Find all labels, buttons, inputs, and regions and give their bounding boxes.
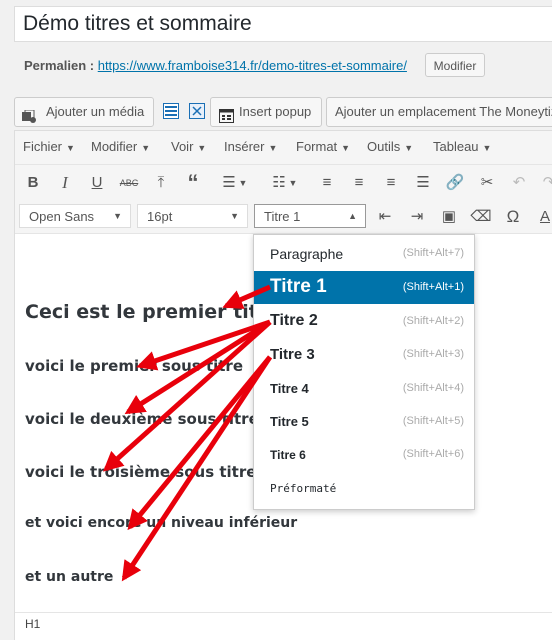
undo-icon[interactable]: ↶ [506, 170, 532, 196]
justify-icon[interactable]: ☰ [410, 170, 436, 196]
dropdown-item-titre-6[interactable]: Titre 6 (Shift+Alt+6) [254, 438, 474, 471]
heading-5[interactable]: et un autre [25, 569, 113, 585]
underline-icon[interactable]: U [84, 170, 110, 196]
font-size-select[interactable]: 16pt ▼ [137, 204, 248, 228]
omega-icon[interactable]: Ω [500, 204, 526, 230]
permalink-link[interactable]: https://www.framboise314.fr/demo-titres-… [98, 58, 407, 73]
text-color-icon[interactable]: A [532, 204, 552, 230]
block-format-select[interactable]: Titre 1 ▲ [254, 204, 366, 228]
blockquote-icon[interactable]: “ [180, 170, 206, 196]
dropdown-item-titre-3[interactable]: Titre 3 (Shift+Alt+3) [254, 338, 474, 371]
heading-3b[interactable]: voici le troisième sous titre [25, 463, 256, 481]
moneytizer-label: Ajouter un emplacement The Moneytiz [335, 104, 552, 119]
menu-format[interactable]: Format ▼ [296, 139, 350, 154]
font-family-select[interactable]: Open Sans ▼ [19, 204, 131, 228]
menu-tableau[interactable]: Tableau ▼ [433, 139, 491, 154]
paste-text-icon[interactable]: ▣ [436, 204, 462, 230]
element-path[interactable]: H1 [25, 617, 40, 631]
post-title-input[interactable]: Démo titres et sommaire [14, 6, 552, 42]
strikethrough-icon[interactable]: ABC [116, 170, 142, 196]
dropdown-item-titre-1[interactable]: Titre 1 (Shift+Alt+1) [254, 271, 474, 304]
menu-modifier[interactable]: Modifier ▼ [91, 139, 150, 154]
editor-statusbar [15, 612, 552, 640]
chevron-down-icon: ▼ [230, 211, 239, 221]
align-center-icon[interactable]: ≡ [346, 170, 372, 196]
bold-icon[interactable]: B [20, 170, 46, 196]
numbered-list-caret-icon[interactable]: ▼ [280, 170, 306, 196]
media-icon [22, 105, 37, 123]
dropdown-item-titre-5[interactable]: Titre 5 (Shift+Alt+5) [254, 405, 474, 438]
link-icon[interactable]: 🔗 [442, 170, 468, 196]
add-media-label: Ajouter un média [46, 104, 145, 119]
popup-icon [219, 105, 234, 123]
add-media-button[interactable]: Ajouter un média [14, 97, 154, 127]
clear-format-icon[interactable]: ⌫ [468, 204, 494, 230]
moneytizer-button[interactable]: Ajouter un emplacement The Moneytiz [326, 97, 552, 127]
align-right-icon[interactable]: ≡ [378, 170, 404, 196]
heading-1[interactable]: Ceci est le premier titre [25, 301, 280, 323]
align-left-icon[interactable]: ≡ [314, 170, 340, 196]
insert-popup-label: Insert popup [239, 104, 312, 119]
chevron-down-icon: ▼ [113, 211, 122, 221]
shortcode-icon[interactable] [189, 103, 205, 119]
chevron-up-icon: ▲ [348, 211, 357, 221]
indent-icon[interactable]: ⇥ [404, 204, 430, 230]
heading-2[interactable]: voici le premier sous titre [25, 357, 243, 375]
insert-icon[interactable]: ⤒ [148, 170, 174, 196]
heading-3a[interactable]: voici le deuxième sous titre [25, 410, 259, 428]
table-icon[interactable] [163, 103, 179, 119]
permalink: Permalien : https://www.framboise314.fr/… [24, 58, 407, 73]
dropdown-item-paragraphe[interactable]: Paragraphe (Shift+Alt+7) [254, 237, 474, 270]
bullet-list-caret-icon[interactable]: ▼ [230, 170, 256, 196]
outdent-icon[interactable]: ⇤ [372, 204, 398, 230]
insert-popup-button[interactable]: Insert popup [210, 97, 322, 127]
dropdown-item-titre-2[interactable]: Titre 2 (Shift+Alt+2) [254, 305, 474, 338]
dropdown-item-titre-4[interactable]: Titre 4 (Shift+Alt+4) [254, 372, 474, 405]
menu-inserer[interactable]: Insérer ▼ [224, 139, 277, 154]
toolbar-row-1: B I U ABC ⤒ “ ☰ ▼ ☷ ▼ ≡ ≡ ≡ ☰ 🔗 ✂ ↶ ↷ [15, 165, 552, 201]
redo-icon[interactable]: ↷ [536, 170, 552, 196]
heading-4[interactable]: et voici encore un niveau inférieur [25, 515, 297, 531]
permalink-label: Permalien : [24, 58, 95, 73]
unlink-icon[interactable]: ✂ [474, 170, 500, 196]
menu-fichier[interactable]: Fichier ▼ [23, 139, 75, 154]
italic-icon[interactable]: I [52, 170, 78, 196]
menu-outils[interactable]: Outils ▼ [367, 139, 413, 154]
edit-permalink-button[interactable]: Modifier [425, 53, 485, 77]
block-format-dropdown: Paragraphe (Shift+Alt+7) Titre 1 (Shift+… [253, 234, 475, 510]
dropdown-item-preformate[interactable]: Préformaté [254, 472, 474, 505]
menu-voir[interactable]: Voir ▼ [171, 139, 206, 154]
